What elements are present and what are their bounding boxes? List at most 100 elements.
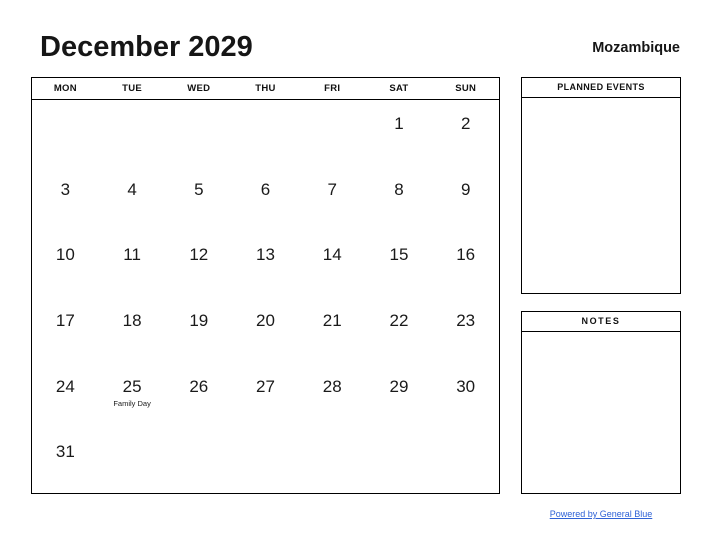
weekday-header-wed: WED bbox=[187, 83, 211, 94]
day-number: 1 bbox=[394, 114, 404, 133]
day-cell[interactable]: 10 bbox=[32, 231, 99, 297]
calendar-weeks: 1 2 3 4 5 6 7 8 9 10 11 12 13 14 15 16 17 18 19 20 21 22 23 24 2… bbox=[32, 100, 499, 494]
day-cell-empty bbox=[165, 100, 232, 166]
weekday-header-thu: THU bbox=[255, 83, 276, 94]
notes-body[interactable] bbox=[522, 332, 680, 493]
calendar-week-row: 3 4 5 6 7 8 9 bbox=[32, 166, 499, 232]
day-cell[interactable]: 22 bbox=[366, 297, 433, 363]
day-cell-empty bbox=[366, 428, 433, 494]
day-cell[interactable]: 19 bbox=[165, 297, 232, 363]
calendar-week-row: 12 bbox=[32, 100, 499, 166]
day-number: 26 bbox=[189, 376, 209, 396]
day-cell[interactable]: 6 bbox=[232, 166, 299, 232]
weekday-header-tue: TUE bbox=[122, 83, 143, 94]
day-number: 17 bbox=[55, 311, 75, 331]
day-number: 5 bbox=[194, 179, 204, 199]
day-cell-empty bbox=[232, 100, 299, 166]
notes-panel: NOTES bbox=[521, 311, 681, 494]
day-cell[interactable]: 25 Family Day bbox=[99, 363, 166, 429]
weekday-header-sat: SAT bbox=[389, 83, 409, 94]
day-cell[interactable]: 15 bbox=[366, 231, 433, 297]
day-number: 19 bbox=[189, 311, 209, 331]
day-number: 31 bbox=[55, 442, 75, 462]
day-number: 18 bbox=[122, 311, 142, 331]
day-cell[interactable]: 26 bbox=[165, 363, 232, 429]
day-number: 8 bbox=[394, 179, 404, 199]
day-cell-empty bbox=[432, 428, 499, 494]
day-cell[interactable]: 21 bbox=[299, 297, 366, 363]
weekday-header-fri: FRI bbox=[324, 83, 341, 94]
day-number: 21 bbox=[322, 311, 342, 331]
weekday-header-row: MON TUE WED THU FRI SAT SUN bbox=[32, 78, 499, 100]
day-number: 24 bbox=[55, 376, 75, 396]
calendar-grid: MON TUE WED THU FRI SAT SUN 1 2 3 4 5 6 7 8 9 10 11 12 13 1… bbox=[31, 77, 500, 494]
day-number: 6 bbox=[260, 179, 271, 199]
day-cell[interactable]: 28 bbox=[299, 363, 366, 429]
day-number: 28 bbox=[322, 376, 342, 396]
day-cell[interactable]: 11 bbox=[99, 231, 166, 297]
day-number: 30 bbox=[456, 376, 476, 396]
day-cell[interactable]: 17 bbox=[32, 297, 99, 363]
day-cell[interactable]: 16 bbox=[432, 231, 499, 297]
day-number: 25 bbox=[122, 376, 142, 396]
day-number: 14 bbox=[322, 245, 342, 265]
day-number: 29 bbox=[389, 376, 409, 396]
calendar-week-row: 24 25 Family Day 26 27 28 29 30 bbox=[32, 363, 499, 429]
planned-events-title: PLANNED EVENTS bbox=[522, 78, 680, 98]
calendar-week-row: 31 bbox=[32, 428, 499, 494]
day-number: 27 bbox=[256, 376, 275, 396]
notes-title: NOTES bbox=[522, 312, 680, 332]
planned-events-panel: PLANNED EVENTS bbox=[521, 77, 681, 294]
calendar-week-row: 17 18 19 20 21 22 23 bbox=[32, 297, 499, 363]
day-number: 15 bbox=[389, 245, 409, 265]
day-cell-empty bbox=[165, 428, 232, 494]
day-number: 7 bbox=[327, 179, 337, 199]
day-number: 10 bbox=[55, 245, 75, 265]
day-cell[interactable]: 29 bbox=[366, 363, 433, 429]
country-label: Mozambique bbox=[592, 40, 680, 56]
day-cell[interactable]: 20 bbox=[232, 297, 299, 363]
day-cell[interactable]: 9 bbox=[432, 166, 499, 232]
day-cell[interactable]: 3 bbox=[32, 166, 99, 232]
day-cell[interactable]: 23 bbox=[432, 297, 499, 363]
day-cell-empty bbox=[99, 428, 166, 494]
day-cell-empty bbox=[232, 428, 299, 494]
day-cell[interactable]: 13 bbox=[232, 231, 299, 297]
day-cell[interactable]: 14 bbox=[299, 231, 366, 297]
day-cell[interactable]: 27 bbox=[232, 363, 299, 429]
day-cell[interactable]: 1 bbox=[366, 100, 433, 166]
day-number: 23 bbox=[456, 311, 476, 331]
weekday-header-mon: MON bbox=[53, 83, 77, 94]
day-number: 9 bbox=[460, 179, 471, 199]
day-number: 22 bbox=[389, 311, 409, 331]
day-number: 3 bbox=[60, 179, 71, 199]
day-number: 2 bbox=[460, 114, 471, 133]
planned-events-body[interactable] bbox=[522, 98, 680, 293]
day-number: 20 bbox=[256, 311, 275, 331]
day-cell[interactable]: 2 bbox=[432, 100, 499, 166]
day-cell[interactable]: 18 bbox=[99, 297, 166, 363]
day-number: 11 bbox=[123, 245, 141, 265]
day-cell-empty bbox=[299, 100, 366, 166]
day-cell[interactable]: 5 bbox=[165, 166, 232, 232]
day-cell[interactable]: 31 bbox=[32, 428, 99, 494]
day-number: 4 bbox=[127, 179, 137, 199]
day-number: 16 bbox=[456, 245, 476, 265]
page-title: December 2029 bbox=[40, 31, 253, 63]
day-event-label: Family Day bbox=[113, 398, 151, 408]
day-cell[interactable]: 7 bbox=[299, 166, 366, 232]
day-cell[interactable]: 4 bbox=[99, 166, 166, 232]
day-cell[interactable]: 8 bbox=[366, 166, 433, 232]
weekday-header-sun: SUN bbox=[455, 83, 477, 94]
powered-by-general-blue-link[interactable]: Powered by General Blue bbox=[550, 509, 653, 519]
page-header: December 2029 Mozambique bbox=[0, 28, 712, 70]
day-cell[interactable]: 12 bbox=[165, 231, 232, 297]
calendar-week-row: 10 11 12 13 14 15 16 bbox=[32, 231, 499, 297]
day-cell[interactable]: 30 bbox=[432, 363, 499, 429]
day-cell-empty bbox=[299, 428, 366, 494]
day-number: 12 bbox=[189, 245, 209, 265]
footer: Powered by General Blue bbox=[521, 504, 681, 522]
day-cell[interactable]: 24 bbox=[32, 363, 99, 429]
day-number: 13 bbox=[256, 245, 275, 265]
day-cell-empty bbox=[32, 100, 99, 166]
